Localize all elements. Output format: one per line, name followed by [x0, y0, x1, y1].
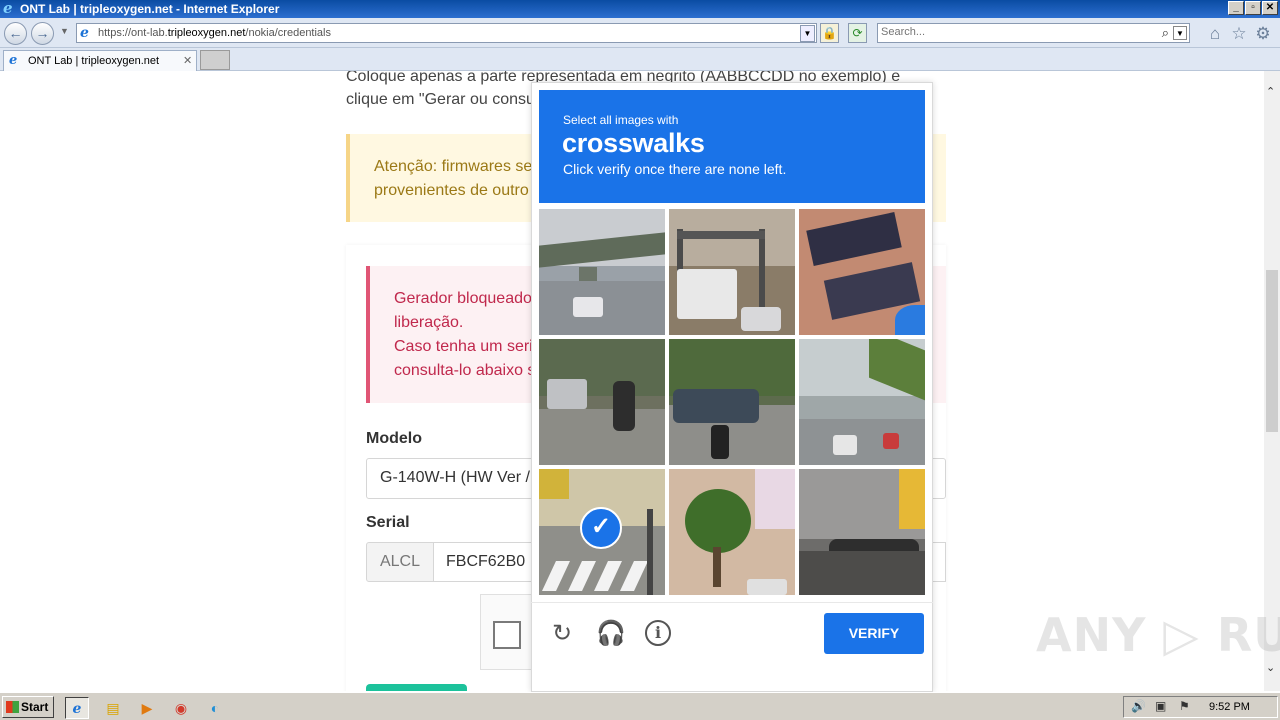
tile-bus-shelter[interactable] — [799, 469, 925, 595]
captcha-target-word: crosswalks — [562, 128, 705, 158]
start-label: Start — [21, 700, 49, 714]
tile-building-balcony[interactable] — [799, 209, 925, 335]
gear-icon[interactable]: ⚙ — [1253, 24, 1273, 44]
close-window-button[interactable]: ✕ — [1262, 1, 1278, 15]
captcha-instruction: Select all images with — [563, 113, 679, 127]
search-dropdown-icon[interactable]: ▼ — [1173, 26, 1187, 40]
tile-gantry-traffic[interactable] — [669, 209, 795, 335]
tab-ie-icon: e — [9, 53, 18, 68]
scroll-thumb[interactable] — [1266, 270, 1278, 432]
info-icon[interactable]: i — [645, 620, 671, 646]
modelo-label: Modelo — [366, 430, 422, 447]
windows-taskbar: Start e ▤ ▶ ◉ ◐ 🔊 ▣ ⚑ 9:52 PM — [0, 692, 1280, 720]
back-button[interactable]: ← — [4, 22, 27, 45]
scroll-up-icon[interactable]: ⌃ — [1266, 85, 1275, 98]
taskbar-ie-icon[interactable]: e — [65, 697, 89, 719]
search-icon[interactable]: ⌕ — [1162, 25, 1169, 41]
submit-button[interactable] — [366, 684, 467, 691]
search-input[interactable] — [881, 26, 1151, 38]
captcha-checkbox[interactable] — [493, 621, 521, 649]
window-titlebar: e ONT Lab | tripleoxygen.net - Internet … — [0, 0, 1280, 18]
taskbar-edge-icon[interactable]: ◐ — [203, 697, 227, 719]
maximize-button[interactable]: ▫ — [1245, 1, 1261, 15]
navigation-bar: ← → ▼ e https://ont-lab.tripleoxygen.net… — [0, 18, 1280, 48]
blocked-text-line1: Gerador bloqueado — [394, 290, 532, 307]
taskbar-chrome-icon[interactable]: ◉ — [169, 697, 193, 719]
refresh-icon[interactable]: ⟳ — [848, 23, 867, 43]
captcha-sub-instruction: Click verify once there are none left. — [563, 161, 787, 177]
ie-logo-icon: e — [3, 0, 13, 17]
lock-icon[interactable]: 🔒 — [820, 23, 839, 43]
captcha-prompt-header: Select all images with crosswalks Click … — [539, 90, 925, 203]
network-icon[interactable]: ▣ — [1155, 699, 1166, 713]
blocked-text-line3: Caso tenha um seria — [394, 338, 542, 355]
search-box[interactable]: ⌕ ▼ — [877, 23, 1190, 43]
address-bar[interactable]: e https://ont-lab.tripleoxygen.net/nokia… — [76, 23, 817, 43]
action-center-flag-icon[interactable]: ⚑ — [1179, 699, 1190, 713]
address-dropdown-icon[interactable]: ▼ — [800, 25, 815, 42]
blocked-text-line4: consulta-lo abaixo s — [394, 362, 536, 379]
home-icon[interactable]: ⌂ — [1205, 24, 1225, 44]
warning-text-line1: Atenção: firmwares ser — [374, 158, 538, 175]
start-button[interactable]: Start — [2, 696, 54, 718]
taskbar-explorer-icon[interactable]: ▤ — [101, 697, 125, 719]
captcha-footer-divider — [531, 602, 933, 603]
audio-challenge-icon[interactable]: 🎧 — [596, 620, 626, 648]
history-dropdown-icon[interactable]: ▼ — [60, 26, 69, 36]
tab-ont-lab[interactable]: e ONT Lab | tripleoxygen.net ✕ — [3, 50, 197, 71]
tile-elevated-road-traffic[interactable] — [799, 339, 925, 465]
volume-icon[interactable]: 🔊 — [1131, 699, 1146, 713]
address-url: https://ont-lab.tripleoxygen.net/nokia/c… — [98, 27, 331, 39]
taskbar-clock: 9:52 PM — [1209, 701, 1250, 713]
blocked-text-line2: liberação. — [394, 314, 464, 331]
tile-car-motorcycle-road[interactable] — [669, 339, 795, 465]
forward-button[interactable]: → — [31, 22, 54, 45]
tab-label: ONT Lab | tripleoxygen.net — [28, 55, 160, 67]
tile-motorcycle-street[interactable] — [539, 339, 665, 465]
refresh-challenge-icon[interactable]: ↻ — [548, 620, 576, 648]
tile-tree-building[interactable] — [669, 469, 795, 595]
tile-highway-overpass[interactable] — [539, 209, 665, 335]
tab-close-icon[interactable]: ✕ — [183, 54, 192, 67]
verify-button[interactable]: VERIFY — [824, 613, 924, 654]
page-scrollbar[interactable]: ⌃ ⌄ — [1264, 71, 1280, 691]
windows-flag-icon — [6, 701, 19, 713]
favorites-star-icon[interactable]: ☆ — [1229, 24, 1249, 44]
system-tray: 🔊 ▣ ⚑ — [1123, 696, 1278, 718]
instruction-text-line2: clique em "Gerar ou consu — [346, 91, 535, 108]
minimize-button[interactable]: _ — [1228, 1, 1244, 15]
taskbar-media-player-icon[interactable]: ▶ — [135, 697, 159, 719]
page-ie-icon: e — [80, 25, 89, 41]
scroll-down-icon[interactable]: ⌄ — [1266, 661, 1275, 674]
anyrun-watermark: ANY ▷ RUN — [1036, 608, 1280, 662]
new-tab-button[interactable] — [200, 50, 230, 70]
window-title: ONT Lab | tripleoxygen.net - Internet Ex… — [20, 2, 280, 16]
warning-text-line2: provenientes de outro — [374, 182, 529, 199]
tile-selected-check-icon: ✓ — [580, 507, 622, 549]
tab-bar: e ONT Lab | tripleoxygen.net ✕ — [0, 48, 1280, 71]
serial-prefix: ALCL — [366, 542, 434, 582]
serial-label: Serial — [366, 514, 410, 531]
